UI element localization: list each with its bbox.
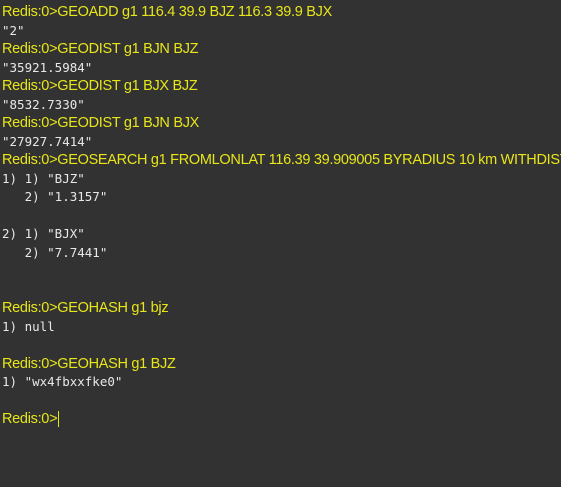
- command-line: Redis:0>GEODIST g1 BJN BJX: [2, 114, 561, 133]
- command-line: Redis:0>GEODIST g1 BJN BJZ: [2, 40, 561, 59]
- text-cursor: [58, 411, 60, 428]
- output-line: 1) 1) "BJZ": [2, 170, 85, 186]
- prompt: Redis:0>: [2, 78, 58, 94]
- prompt: Redis:0>: [2, 152, 58, 168]
- output-line: 1) "wx4fbxxfke0": [2, 374, 123, 389]
- output-line: "35921.5984": [2, 59, 93, 75]
- command-line: Redis:0>GEODIST g1 BJX BJZ: [2, 77, 561, 96]
- command-text: GEOHASH g1 BJZ: [57, 355, 176, 372]
- prompt: Redis:0>: [2, 355, 58, 372]
- output-line: "2": [2, 22, 25, 38]
- output-line: "27927.7414": [2, 133, 93, 149]
- command-text: GEOSEARCH g1 FROMLONLAT 116.39 39.909005…: [57, 152, 561, 168]
- prompt: Redis:0>: [2, 115, 58, 131]
- command-text: GEODIST g1 BJN BJZ: [57, 41, 199, 57]
- prompt: Redis:0>: [2, 411, 58, 427]
- prompt: Redis:0>: [2, 300, 58, 316]
- command-line: Redis:0>GEOADD g1 116.4 39.9 BJZ 116.3 3…: [2, 3, 561, 22]
- command-text: GEOHASH g1 bjz: [57, 300, 169, 316]
- prompt: Redis:0>: [2, 4, 58, 20]
- command-text: GEOADD g1 116.4 39.9 BJZ 116.3 39.9 BJX: [57, 4, 332, 20]
- output-line: 2) "1.3157": [2, 189, 108, 204]
- command-line: Redis:0>GEOSEARCH g1 FROMLONLAT 116.39 3…: [2, 151, 561, 170]
- prompt: Redis:0>: [2, 41, 58, 57]
- output-line: 1) null: [2, 318, 55, 334]
- command-line: Redis:0>GEOHASH g1 BJZ: [2, 355, 561, 374]
- command-text: GEODIST g1 BJX BJZ: [57, 78, 198, 94]
- command-input[interactable]: Redis:0>: [2, 410, 561, 429]
- terminal-output: Redis:0>GEOADD g1 116.4 39.9 BJZ 116.3 3…: [2, 3, 561, 429]
- output-line: 2) "7.7441": [2, 244, 108, 260]
- output-line: 2) 1) "BJX": [2, 226, 85, 241]
- command-text: GEODIST g1 BJN BJX: [57, 115, 200, 131]
- output-line: "8532.7330": [2, 96, 85, 112]
- command-line: Redis:0>GEOHASH g1 bjz: [2, 299, 561, 318]
